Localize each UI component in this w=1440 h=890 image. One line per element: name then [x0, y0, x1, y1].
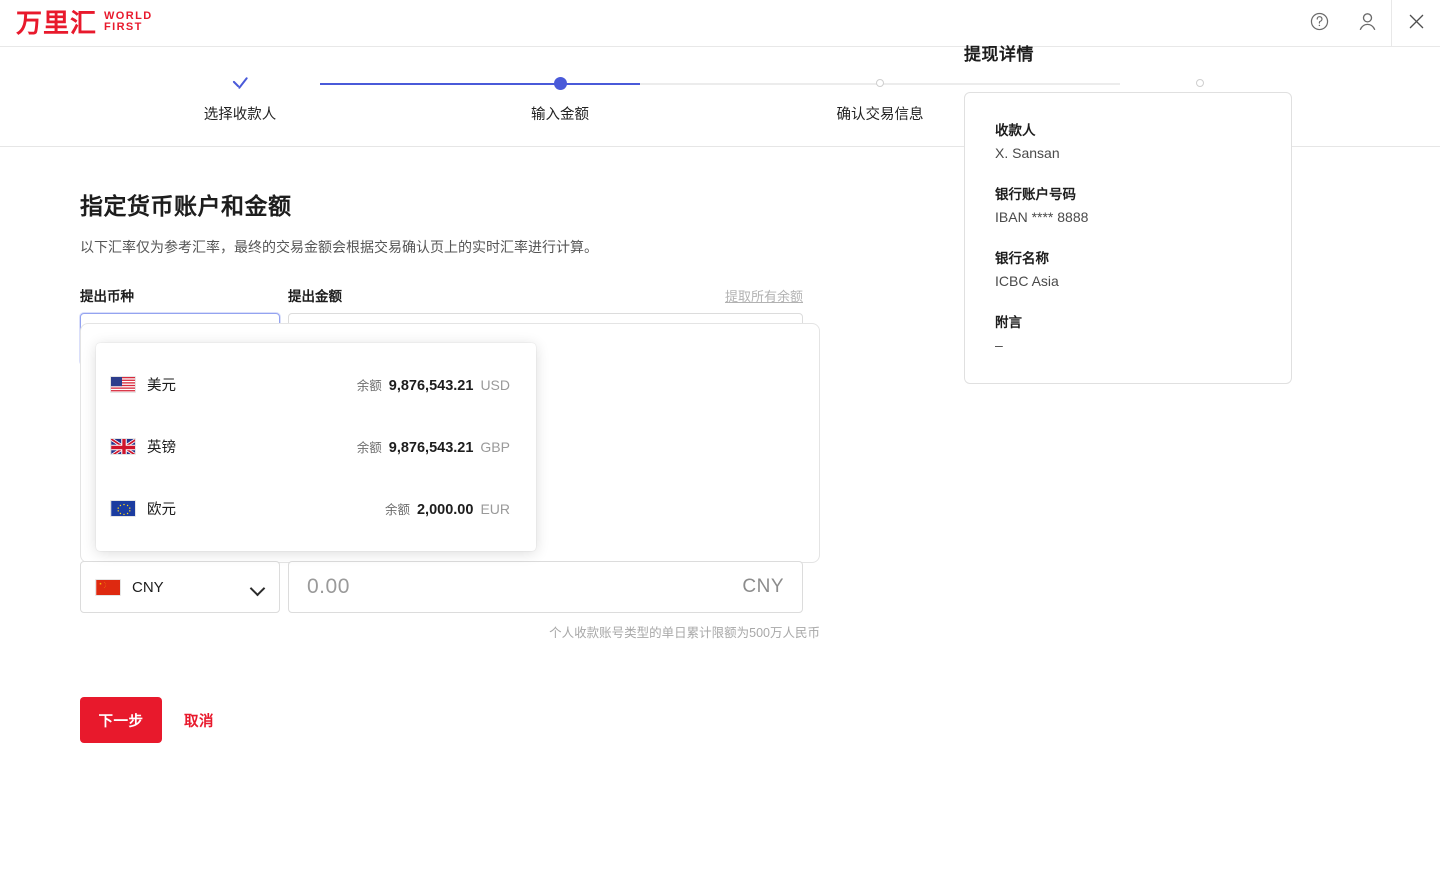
- currency-option-gbp[interactable]: 英镑 余额 9,876,543.21 GBP: [96, 415, 536, 477]
- active-dot-icon: [554, 77, 567, 90]
- detail-value: ICBC Asia: [995, 273, 1261, 289]
- close-icon: [1406, 11, 1427, 37]
- close-button[interactable]: [1392, 0, 1440, 47]
- detail-value: IBAN **** 8888: [995, 209, 1261, 225]
- stepper-label-1: 选择收款人: [80, 103, 400, 124]
- label-source-amount: 提出金额: [288, 285, 342, 305]
- detail-panel-title: 提现详情: [964, 40, 1292, 65]
- balance-amount: 2,000.00: [417, 502, 473, 518]
- logo-english-line1: WORLD: [104, 10, 153, 22]
- account-button[interactable]: [1343, 0, 1391, 47]
- withdraw-all-link[interactable]: 提取所有余额: [725, 286, 803, 305]
- logo-english-line2: FIRST: [104, 21, 143, 33]
- stepper-label-2: 输入金额: [400, 103, 720, 124]
- gb-flag-icon: [110, 438, 136, 455]
- logo-chinese-text: 万里汇: [16, 10, 97, 36]
- label-source-currency: 提出币种: [80, 285, 280, 305]
- currency-option-eur[interactable]: 欧元 余额 2,000.00 EUR: [96, 477, 536, 539]
- target-currency-select[interactable]: CNY: [80, 561, 280, 613]
- check-icon: [232, 77, 249, 89]
- daily-limit-hint: 个人收款账号类型的单日累计限额为500万人民币: [80, 622, 820, 641]
- currency-option-balance-group: 余额 9,876,543.21 GBP: [357, 437, 510, 456]
- eu-flag-icon: [110, 500, 136, 517]
- balance-label: 余额: [357, 375, 382, 394]
- balance-label: 余额: [385, 499, 410, 518]
- detail-label: 收款人: [995, 119, 1261, 139]
- withdraw-form: 提出币种 提出金额 提取所有余额 选择提出币种 0.00 -: [80, 285, 820, 743]
- idle-dot-icon: [876, 79, 884, 87]
- detail-row-bank-name: 银行名称 ICBC Asia: [995, 247, 1261, 289]
- currency-option-name: 英镑: [147, 436, 176, 457]
- detail-card: 收款人 X. Sansan 银行账户号码 IBAN **** 8888 银行名称…: [964, 92, 1292, 384]
- balance-currency-code: EUR: [480, 501, 510, 517]
- next-step-button[interactable]: 下一步: [80, 697, 162, 743]
- balance-label: 余额: [357, 437, 382, 456]
- help-button[interactable]: [1295, 0, 1343, 47]
- detail-row-payee: 收款人 X. Sansan: [995, 119, 1261, 161]
- currency-option-name: 欧元: [147, 498, 176, 519]
- currency-option-name: 美元: [147, 374, 176, 395]
- balance-amount: 9,876,543.21: [389, 378, 474, 394]
- target-amount-input[interactable]: 0.00 CNY: [288, 561, 803, 613]
- form-actions: 下一步 取消: [80, 697, 820, 743]
- detail-label: 银行名称: [995, 247, 1261, 267]
- detail-label: 附言: [995, 311, 1261, 331]
- target-amount-placeholder: 0.00: [307, 575, 742, 599]
- stepper-marker-done: [80, 73, 400, 93]
- balance-amount: 9,876,543.21: [389, 440, 474, 456]
- stepper-step-1[interactable]: 选择收款人: [80, 73, 400, 124]
- cancel-button[interactable]: 取消: [184, 710, 214, 731]
- detail-row-remark: 附言 –: [995, 311, 1261, 353]
- currency-option-balance-group: 余额 2,000.00 EUR: [385, 499, 510, 518]
- balance-currency-code: GBP: [480, 439, 510, 455]
- target-currency-value: CNY: [132, 579, 251, 596]
- field-labels-row: 提出币种 提出金额 提取所有余额: [80, 285, 820, 305]
- user-icon: [1356, 10, 1379, 38]
- detail-label: 银行账户号码: [995, 183, 1261, 203]
- chevron-down-icon: [251, 580, 265, 594]
- detail-row-account-number: 银行账户号码 IBAN **** 8888: [995, 183, 1261, 225]
- stepper-step-2[interactable]: 输入金额: [400, 73, 720, 124]
- withdraw-detail-panel: 提现详情 收款人 X. Sansan 银行账户号码 IBAN **** 8888…: [964, 40, 1292, 384]
- currency-option-balance-group: 余额 9,876,543.21 USD: [357, 375, 510, 394]
- logo-english-text: WORLD FIRST: [104, 11, 153, 36]
- target-amount-suffix: CNY: [742, 576, 784, 598]
- us-flag-icon: [110, 376, 136, 393]
- help-circle-icon: [1309, 11, 1330, 37]
- currency-option-usd[interactable]: 美元 余额 9,876,543.21 USD: [96, 353, 536, 415]
- target-field-row: CNY 0.00 CNY: [80, 561, 820, 613]
- header-actions: [1295, 0, 1440, 47]
- detail-value: X. Sansan: [995, 145, 1261, 161]
- balance-currency-code: USD: [480, 377, 510, 393]
- detail-value: –: [995, 337, 1261, 353]
- brand-logo[interactable]: 万里汇 WORLD FIRST: [16, 10, 153, 36]
- cn-flag-icon: [95, 579, 121, 596]
- stepper-marker-active: [400, 73, 720, 93]
- source-currency-dropdown: 美元 余额 9,876,543.21 USD 英: [96, 343, 536, 551]
